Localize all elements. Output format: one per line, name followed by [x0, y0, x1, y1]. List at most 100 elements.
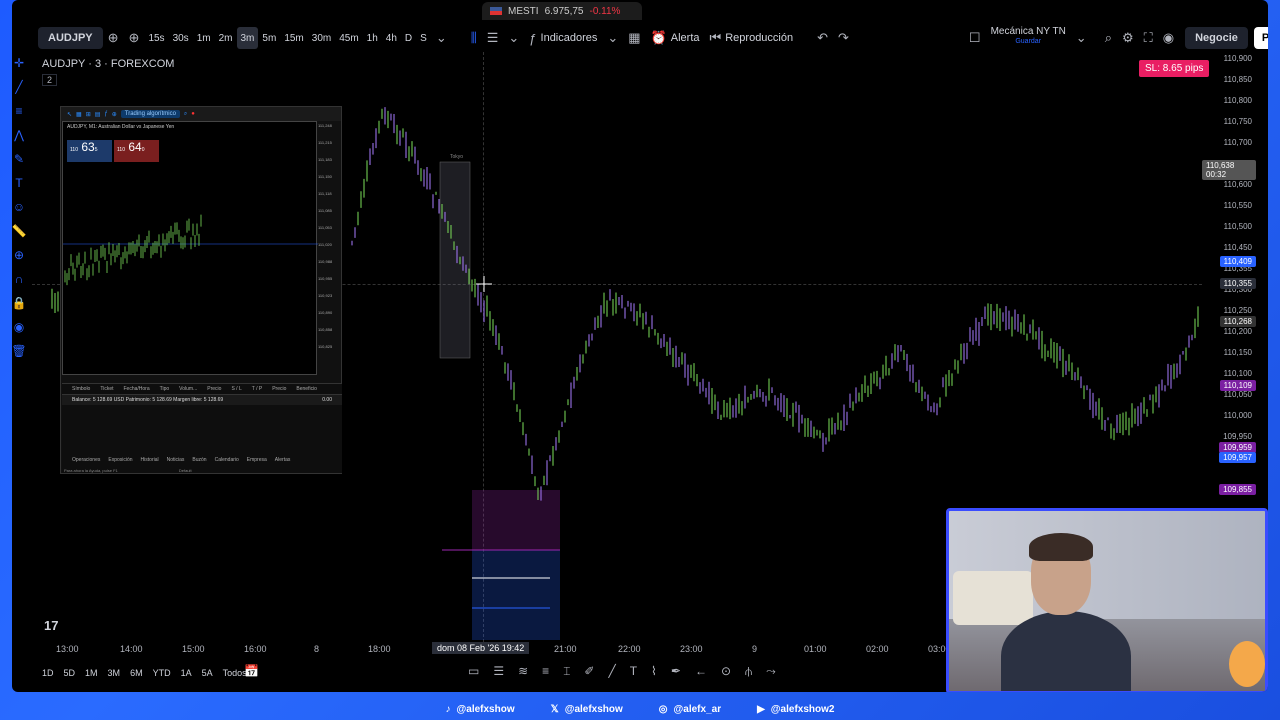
timeframe-1m[interactable]: 1m [193, 27, 215, 49]
mt-column-header[interactable]: S / L [231, 386, 241, 392]
mt-balance-row[interactable]: Balance: 5 128.69 USD Patrimonio: 5 128.… [62, 395, 342, 405]
arrow-left-icon[interactable]: ← [695, 664, 707, 679]
timeframe-30s[interactable]: 30s [169, 27, 193, 49]
rectangle-tool-icon[interactable]: ▭ [468, 664, 479, 679]
social-link[interactable]: 𝕏 @alefxshow [551, 704, 623, 715]
replay-button[interactable]: ⏮ Reproducción [705, 27, 799, 49]
mt-column-header[interactable]: Volum... [179, 386, 197, 392]
indicators-button[interactable]: ƒ Indicadores [524, 27, 602, 49]
mt-column-header[interactable]: Símbolo [72, 386, 90, 392]
ruler-tool-icon[interactable]: 📏 [12, 224, 26, 242]
mt-column-header[interactable]: Beneficio [296, 386, 317, 392]
chart-type-icon[interactable]: ☰ [482, 27, 504, 49]
lines-tool-icon[interactable]: ☰ [493, 664, 504, 679]
mt-indicator-icon[interactable]: ƒ [104, 111, 107, 117]
compare-icon[interactable]: ⊕ [103, 27, 124, 49]
indicators-dropdown-icon[interactable]: ⌄ [602, 27, 623, 49]
range-button-3m[interactable]: 3M [108, 668, 121, 678]
text-quick-icon[interactable]: T [630, 664, 637, 679]
timeframe-5m[interactable]: 5m [258, 27, 280, 49]
fib-quick-icon[interactable]: ≡ [542, 664, 549, 679]
mt-terminal-tab[interactable]: Operaciones [72, 457, 100, 463]
browser-tab[interactable]: MESTI 6.975,75 -0.11% [482, 2, 642, 20]
go-to-date-icon[interactable]: 📅 [244, 664, 259, 678]
range-button-1d[interactable]: 1D [42, 668, 54, 678]
timeframe-15m[interactable]: 15m [280, 27, 307, 49]
lock-tool-icon[interactable]: 🔒 [12, 296, 26, 314]
mt-terminal-tab[interactable]: Alertas [275, 457, 291, 463]
mt-search-icon[interactable]: ⌕ [184, 111, 187, 118]
undo-icon[interactable]: ↶ [812, 27, 833, 49]
range-button-5a[interactable]: 5A [202, 668, 213, 678]
timeframe-4h[interactable]: 4h [382, 27, 401, 49]
trendline-tool-icon[interactable]: ╱ [15, 80, 22, 98]
mt-terminal-tab[interactable]: Exposición [108, 457, 132, 463]
line-tool-icon[interactable]: ╱ [608, 664, 615, 679]
layout-dropdown-icon[interactable]: ⌄ [1071, 27, 1092, 49]
timeframe-3m[interactable]: 3m [236, 27, 259, 49]
vertical-tool-icon[interactable]: ⌶ [563, 664, 570, 679]
layout-checkbox-icon[interactable]: ☐ [964, 27, 986, 49]
text-tool-icon[interactable]: T [15, 176, 22, 194]
symbol-search-button[interactable]: AUDJPY [38, 27, 103, 49]
search-icon[interactable]: ⌕ [1100, 27, 1117, 49]
range-button-5d[interactable]: 5D [64, 668, 76, 678]
social-link[interactable]: ▶ @alefxshow2 [757, 704, 834, 715]
timeframe-dropdown-icon[interactable]: ⌄ [431, 27, 452, 49]
mt-zoom-icon[interactable]: ⊕ [112, 111, 117, 118]
timeframe-15s[interactable]: 15s [144, 27, 168, 49]
channel-tool-icon[interactable]: ≋ [518, 664, 528, 679]
mt-terminal-tab[interactable]: Calendario [215, 457, 239, 463]
magnet-tool-icon[interactable]: ∩ [15, 272, 24, 290]
publish-button[interactable]: Publica [1253, 27, 1268, 49]
alert-button[interactable]: ⏰ Alerta [646, 27, 705, 49]
indicator-count-badge[interactable]: 2 [42, 74, 58, 86]
add-symbol-icon[interactable]: ⊕ [124, 27, 145, 49]
mt-arrow-icon[interactable]: ↖ [67, 111, 72, 118]
mt-chart[interactable]: AUDJPY, M1: Australian Dollar vs Japanes… [62, 121, 318, 375]
emoji-tool-icon[interactable]: ☺ [13, 200, 25, 218]
mt-record-icon[interactable]: ● [191, 111, 195, 117]
timeframe-S[interactable]: S [416, 27, 431, 49]
path-icon[interactable]: ⤳ [766, 664, 776, 679]
chart-type-dropdown-icon[interactable]: ⌄ [503, 27, 524, 49]
mt-column-header[interactable]: Precio [272, 386, 286, 392]
social-link[interactable]: ◎ @alefx_ar [659, 704, 721, 715]
timeframe-D[interactable]: D [401, 27, 416, 49]
mt-terminal-tab[interactable]: Empresa [247, 457, 267, 463]
mt-terminal-tab[interactable]: Noticias [167, 457, 185, 463]
timeframe-1h[interactable]: 1h [363, 27, 382, 49]
redo-icon[interactable]: ↷ [833, 27, 854, 49]
mt-grid-icon[interactable]: ▦ [76, 111, 82, 118]
mt-layout-icon[interactable]: ▤ [95, 111, 101, 118]
range-button-ytd[interactable]: YTD [153, 668, 171, 678]
pipe-tool-icon[interactable]: ⌇ [651, 664, 657, 679]
mt-algo-trading-button[interactable]: Trading algorítmico [120, 110, 180, 118]
range-button-1a[interactable]: 1A [181, 668, 192, 678]
fullscreen-icon[interactable]: ⛶ [1139, 27, 1158, 49]
timeframe-45m[interactable]: 45m [335, 27, 362, 49]
settings-icon[interactable]: ⚙ [1117, 27, 1139, 49]
target-icon[interactable]: ⊙ [721, 664, 731, 679]
trade-button[interactable]: Negocie [1185, 27, 1248, 49]
pen-tool-icon[interactable]: ✐ [584, 664, 594, 679]
crosshair-tool-icon[interactable]: ✛ [14, 56, 24, 74]
social-link[interactable]: ♪ @alefxshow [446, 704, 515, 715]
bar-style-icon[interactable]: ⫼ [466, 27, 482, 49]
brush-tool-icon[interactable]: ✎ [14, 152, 24, 170]
layout-name-button[interactable]: Mecánica NY TN Guardar [986, 27, 1071, 49]
camera-icon[interactable]: ◉ [1158, 27, 1179, 49]
mt-column-header[interactable]: Tipo [160, 386, 170, 392]
fork-icon[interactable]: ⫛ [745, 664, 752, 679]
highlighter-icon[interactable]: ✒ [671, 664, 681, 679]
metatrader-window[interactable]: ↖ ▦ ⊞ ▤ ƒ ⊕ Trading algorítmico ⌕ ● AUDJ… [60, 106, 342, 474]
timeframe-2m[interactable]: 2m [215, 27, 237, 49]
mt-column-header[interactable]: Ticket [100, 386, 113, 392]
templates-icon[interactable]: ▦ [623, 27, 645, 49]
fib-tool-icon[interactable]: ≡ [15, 104, 22, 122]
mt-terminal-tab[interactable]: Buzón [192, 457, 206, 463]
mt-column-header[interactable]: T / P [252, 386, 262, 392]
range-button-1m[interactable]: 1M [85, 668, 98, 678]
range-button-6m[interactable]: 6M [130, 668, 143, 678]
mt-chart-icon[interactable]: ⊞ [86, 111, 91, 118]
